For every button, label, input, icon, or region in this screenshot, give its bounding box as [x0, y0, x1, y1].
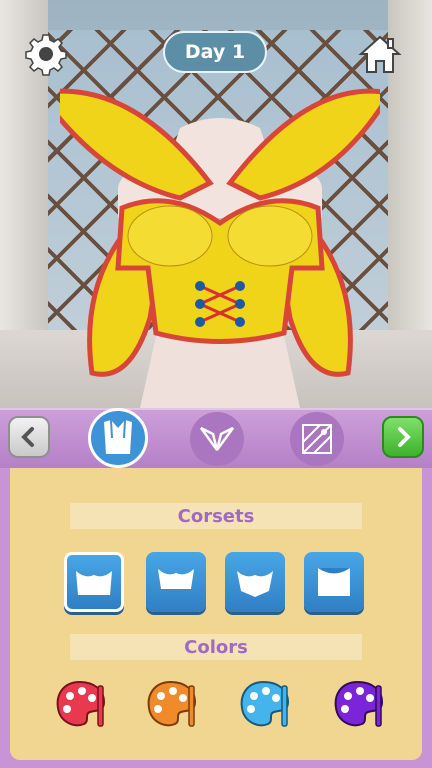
chevron-left-icon — [21, 427, 34, 447]
settings-button[interactable] — [22, 30, 70, 78]
color-palette-red[interactable] — [54, 676, 110, 732]
category-corsets-tab[interactable] — [88, 408, 148, 468]
corset-option-3[interactable] — [225, 552, 285, 612]
corset-style-1-icon — [76, 571, 112, 595]
next-category-button[interactable] — [382, 416, 424, 458]
corset-style-4-icon — [318, 568, 350, 596]
wings-icon — [199, 426, 235, 451]
corset-option-2[interactable] — [146, 552, 206, 612]
palette-icon — [334, 680, 384, 727]
gear-icon — [25, 34, 67, 76]
color-palette-purple[interactable] — [332, 676, 388, 732]
palette-icon — [240, 680, 290, 727]
color-palette-orange[interactable] — [145, 676, 201, 732]
category-pattern-tab[interactable] — [290, 412, 344, 466]
mannequin-with-outfit — [60, 88, 380, 408]
day-counter: Day 1 — [163, 31, 267, 73]
pattern-icon — [302, 424, 332, 454]
palette-icon — [56, 680, 106, 727]
color-palette-blue[interactable] — [238, 676, 294, 732]
palette-icon — [147, 680, 197, 727]
corset-option-1[interactable] — [64, 552, 124, 612]
category-wings-tab[interactable] — [190, 412, 244, 466]
corset-style-3-icon — [237, 571, 273, 597]
corsets-section-title: Corsets — [70, 503, 362, 529]
home-button[interactable] — [356, 30, 404, 78]
home-icon — [358, 35, 402, 73]
corset-option-4[interactable] — [304, 552, 364, 612]
previous-category-button[interactable] — [8, 416, 50, 458]
corset-icon — [104, 419, 132, 454]
corset-style-2-icon — [158, 569, 194, 589]
chevron-right-icon — [398, 427, 411, 447]
colors-section-title: Colors — [70, 634, 362, 660]
